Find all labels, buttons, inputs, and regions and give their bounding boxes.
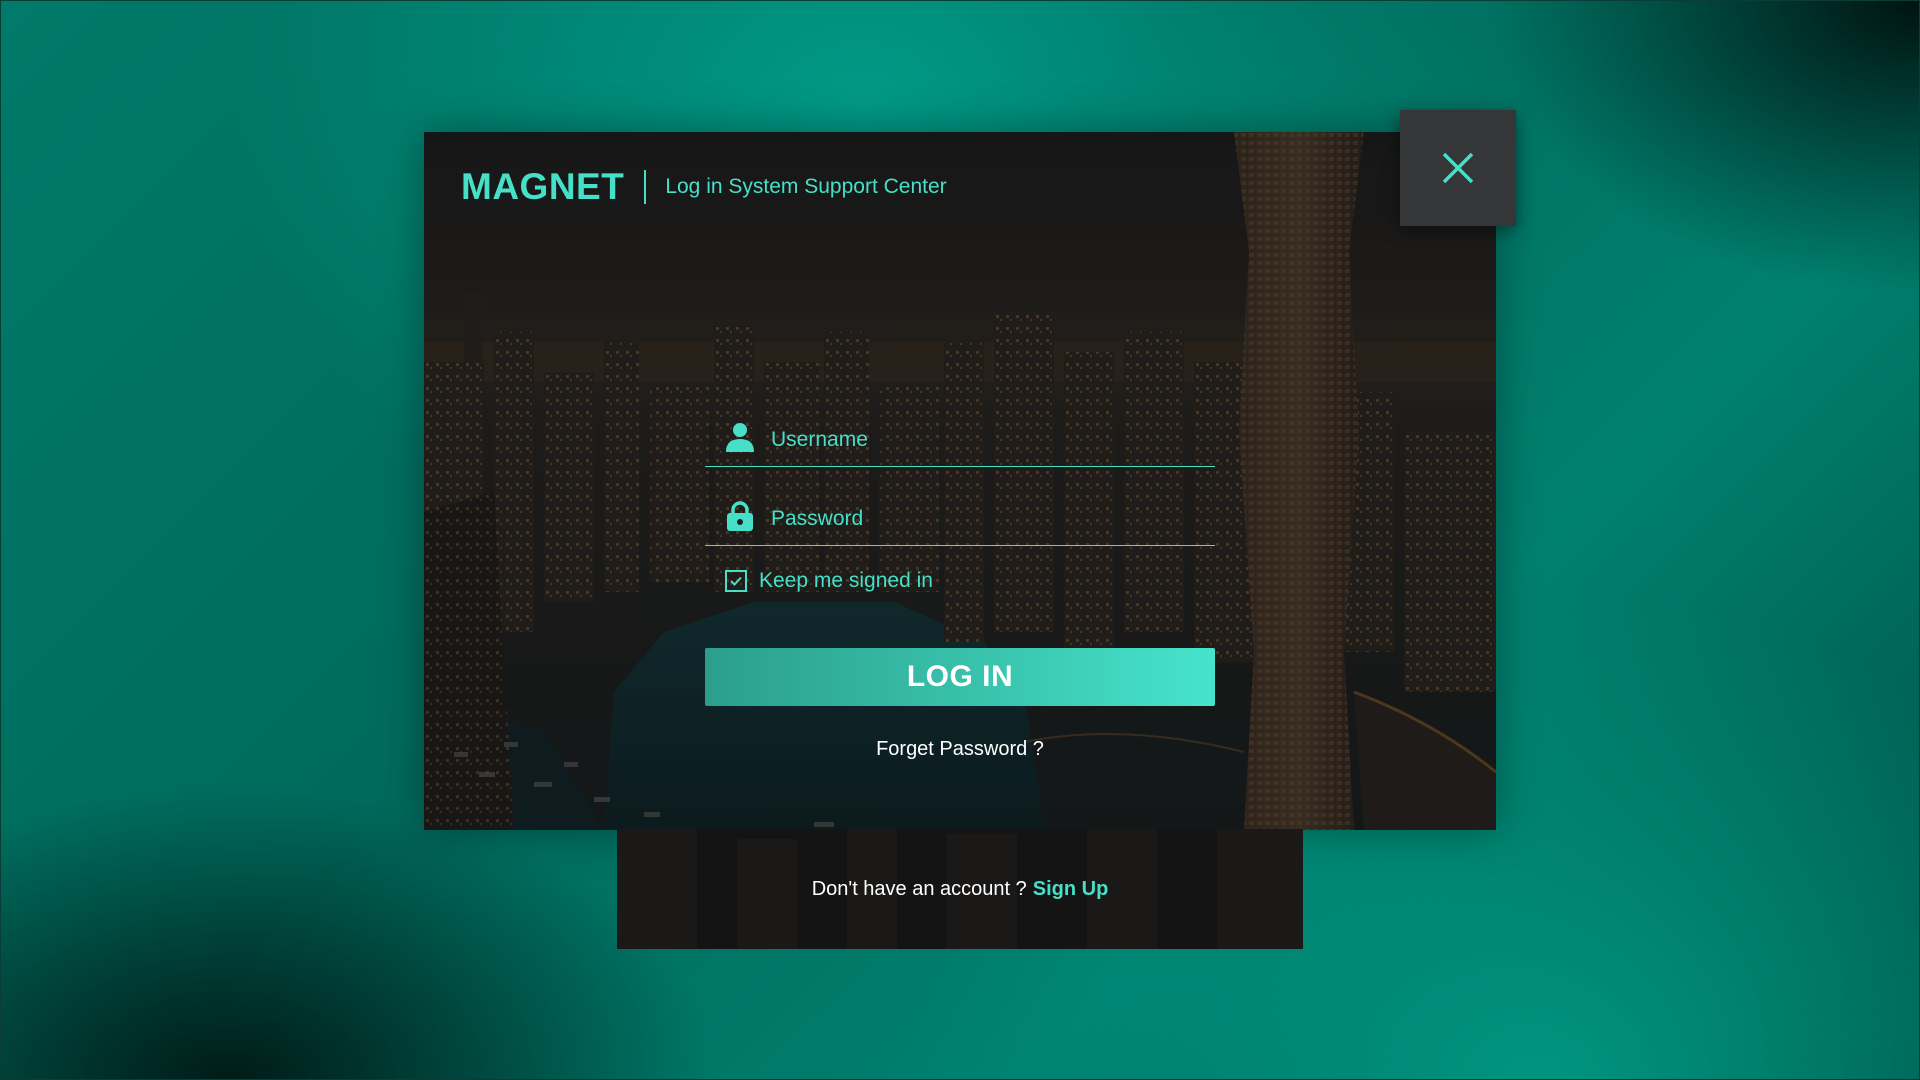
username-field: [705, 388, 1215, 467]
keep-signed-in-label[interactable]: Keep me signed in: [759, 569, 933, 593]
login-card: MAGNET Log in System Support Center User…: [424, 132, 1496, 830]
login-button[interactable]: LOG IN: [705, 648, 1215, 706]
lock-icon: [727, 501, 753, 531]
password-field: [705, 467, 1215, 546]
brand-divider: [644, 170, 647, 204]
brand-logo-text: MAGNET: [461, 166, 625, 207]
close-button[interactable]: [1400, 110, 1516, 226]
brand-subtitle: Log in System Support Center: [665, 175, 947, 198]
brand-header: MAGNET Log in System Support Center: [461, 166, 947, 208]
close-icon: [1442, 152, 1474, 184]
signup-link[interactable]: Sign Up: [1033, 878, 1109, 901]
user-icon: [726, 423, 754, 452]
checkmark-icon: [730, 576, 742, 586]
forgot-password-link[interactable]: Forget Password ?: [705, 738, 1215, 761]
keep-signed-in-checkbox[interactable]: [725, 570, 747, 592]
login-form: Keep me signed in LOG IN Forget Password…: [705, 388, 1215, 761]
signup-prompt: Don't have an account ?: [811, 877, 1027, 900]
signup-row: Don't have an account ? Sign Up: [617, 829, 1303, 949]
signup-panel: Don't have an account ? Sign Up: [617, 829, 1303, 949]
keep-signed-in-row[interactable]: Keep me signed in: [705, 566, 1215, 596]
username-input[interactable]: [771, 424, 1191, 456]
password-input[interactable]: [771, 503, 1191, 535]
